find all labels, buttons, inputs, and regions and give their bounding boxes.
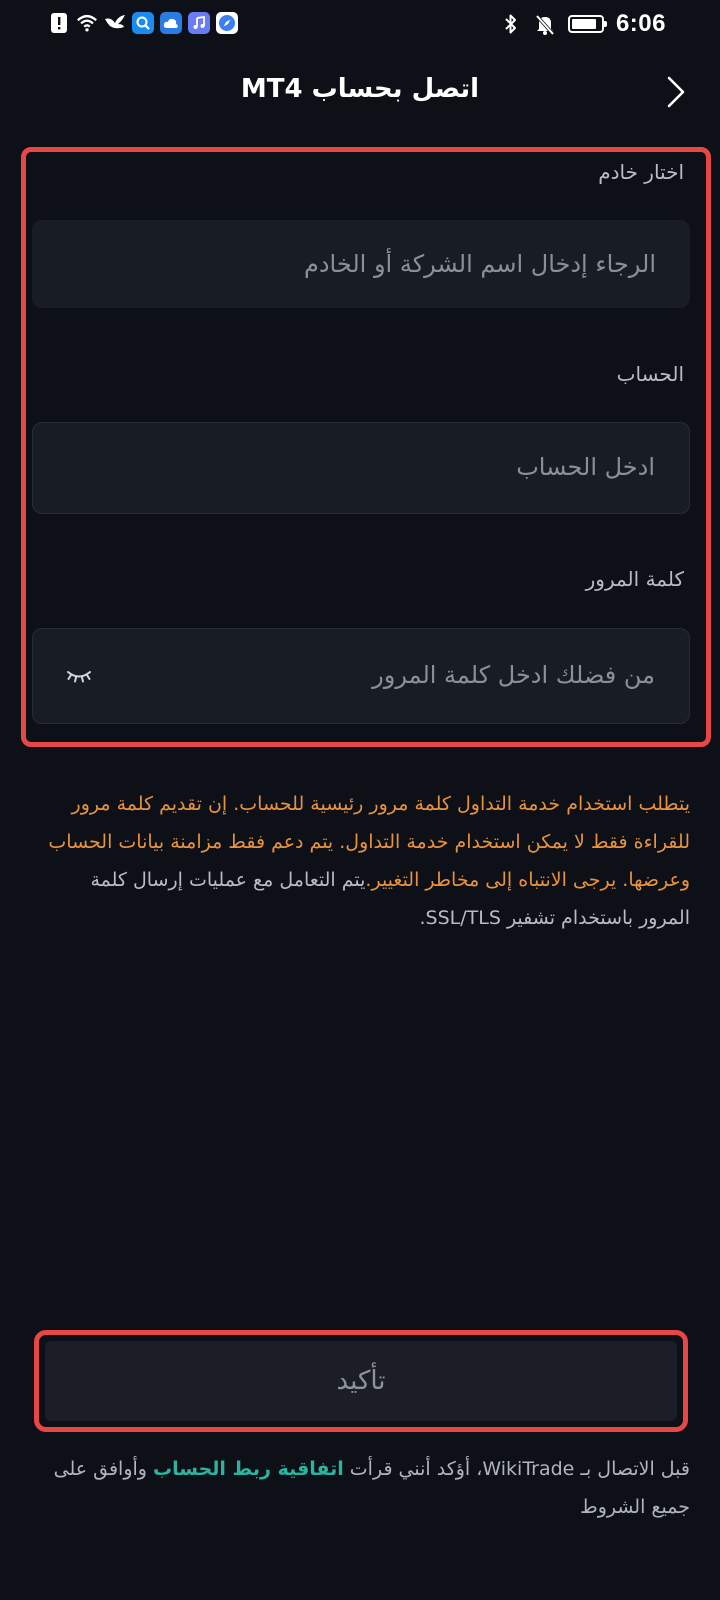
agreement-link[interactable]: اتفاقية ربط الحساب bbox=[153, 1458, 344, 1480]
server-placeholder: الرجاء إدخال اسم الشركة أو الخادم bbox=[303, 250, 656, 278]
music-app-icon bbox=[188, 12, 210, 34]
compass-app-icon bbox=[216, 12, 238, 34]
status-bar-system: 6:06 bbox=[500, 10, 666, 38]
password-placeholder: من فضلك ادخل كلمة المرور bbox=[372, 661, 655, 689]
eye-closed-icon bbox=[67, 671, 91, 683]
status-time: 6:06 bbox=[615, 10, 666, 37]
cloud-app-icon bbox=[160, 12, 182, 34]
password-notice: يتطلب استخدام خدمة التداول كلمة مرور رئي… bbox=[40, 785, 690, 937]
account-input[interactable]: ادخل الحساب bbox=[32, 422, 690, 514]
bluetooth-icon bbox=[500, 13, 522, 35]
page-title: اتصل بحساب MT4 bbox=[240, 74, 480, 104]
battery-level bbox=[571, 19, 596, 29]
bird-icon bbox=[104, 12, 126, 34]
status-bar-notifications bbox=[48, 12, 238, 34]
status-bar: 6:06 bbox=[0, 0, 720, 48]
server-field[interactable]: الرجاء إدخال اسم الشركة أو الخادم bbox=[32, 220, 690, 308]
confirm-highlight: تأكيد bbox=[34, 1330, 688, 1432]
alert-icon bbox=[48, 12, 70, 34]
password-input[interactable]: من فضلك ادخل كلمة المرور bbox=[32, 628, 690, 724]
agreement-before: قبل الاتصال بـ WikiTrade، أؤكد أنني قرأت bbox=[343, 1458, 690, 1480]
confirm-button[interactable]: تأكيد bbox=[45, 1341, 677, 1421]
battery-icon bbox=[567, 15, 607, 33]
chevron-right-icon bbox=[667, 76, 685, 108]
agreement-text: قبل الاتصال بـ WikiTrade، أؤكد أنني قرأت… bbox=[40, 1450, 690, 1526]
connect-mt4-screen: 6:06 اتصل بحساب MT4 اختار خادم الرجاء إد… bbox=[0, 0, 720, 1600]
bell-muted-icon bbox=[534, 13, 556, 35]
search-app-icon bbox=[132, 12, 154, 34]
account-placeholder: ادخل الحساب bbox=[516, 453, 655, 481]
server-label: اختار خادم bbox=[598, 160, 684, 184]
wifi-icon bbox=[76, 12, 98, 34]
password-visibility-toggle[interactable] bbox=[61, 661, 97, 691]
header: اتصل بحساب MT4 bbox=[0, 56, 720, 126]
back-button[interactable] bbox=[658, 74, 694, 110]
password-label: كلمة المرور bbox=[585, 567, 684, 591]
account-label: الحساب bbox=[616, 362, 684, 386]
